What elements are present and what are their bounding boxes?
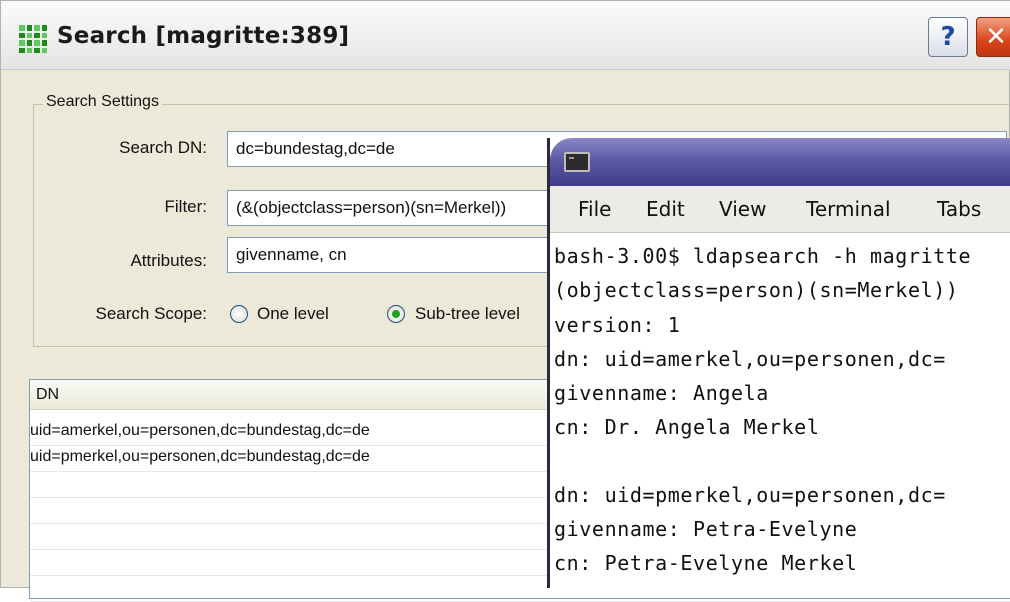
search-scope-label: Search Scope: — [95, 304, 207, 323]
scope-one-level-label[interactable]: One level — [257, 304, 329, 324]
scope-subtree-label[interactable]: Sub-tree level — [415, 304, 520, 324]
help-button[interactable]: ? — [928, 17, 968, 57]
app-grid-icon — [19, 25, 47, 53]
scope-subtree-radio[interactable] — [387, 305, 405, 323]
dialog-titlebar[interactable]: Search [magritte:389] ? ✕ — [1, 1, 1010, 70]
menu-terminal[interactable]: Terminal — [806, 197, 891, 221]
search-dn-label: Search DN: — [119, 138, 207, 157]
menu-file[interactable]: File — [578, 197, 611, 221]
terminal-line: bash-3.00$ ldapsearch -h magritte — [554, 244, 972, 268]
scope-one-level-radio[interactable] — [230, 305, 248, 323]
terminal-icon — [564, 152, 590, 172]
dialog-title: Search [magritte:389] — [57, 23, 350, 49]
terminal-line: givenname: Angela — [554, 381, 769, 405]
attributes-label: Attributes: — [130, 251, 207, 270]
terminal-line: (objectclass=person)(sn=Merkel)) — [554, 278, 959, 302]
menu-edit[interactable]: Edit — [646, 197, 685, 221]
terminal-output[interactable]: bash-3.00$ ldapsearch -h magritte (objec… — [550, 234, 1010, 588]
search-settings-legend: Search Settings — [43, 93, 162, 111]
terminal-titlebar[interactable] — [550, 138, 1010, 186]
terminal-line: version: 1 — [554, 313, 681, 337]
terminal-line: cn: Petra-Evelyne Merkel — [554, 551, 858, 575]
terminal-line: dn: uid=pmerkel,ou=personen,dc= — [554, 483, 946, 507]
terminal-line: cn: Dr. Angela Merkel — [554, 415, 820, 439]
menu-view[interactable]: View — [719, 197, 766, 221]
terminal-menubar: File Edit View Terminal Tabs — [550, 186, 1010, 233]
terminal-line: givenname: Petra-Evelyne — [554, 517, 858, 541]
menu-tabs[interactable]: Tabs — [937, 197, 981, 221]
terminal-window: File Edit View Terminal Tabs bash-3.00$ … — [547, 138, 1010, 588]
close-button[interactable]: ✕ — [976, 17, 1010, 57]
terminal-line: dn: uid=amerkel,ou=personen,dc= — [554, 347, 946, 371]
filter-label: Filter: — [164, 197, 208, 216]
